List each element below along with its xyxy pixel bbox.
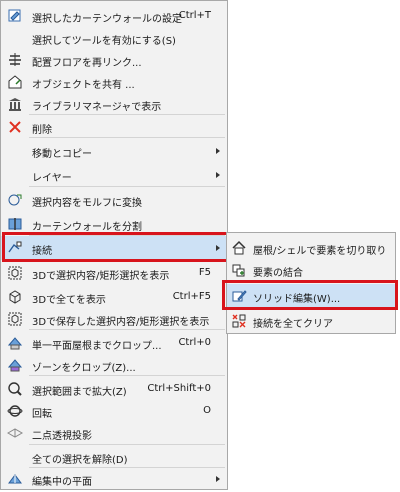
submenu-item-solid-edit[interactable]: ソリッド編集(W)...	[227, 284, 395, 308]
merge-elements-icon	[231, 262, 247, 278]
delete-icon	[7, 119, 23, 135]
menu-item-label: レイヤー	[32, 173, 72, 184]
menu-item-label: ライブラリマネージャで表示	[32, 102, 162, 113]
menu-item-label: 編集中の平面	[32, 477, 92, 488]
menu-item-label: 二点透視投影	[32, 431, 92, 442]
menu-item-shortcut: F5	[198, 267, 211, 278]
connect-submenu: 屋根/シェルで要素を切り取り 要素の結合 ソリッド編集(W)... 接続を全てク…	[226, 232, 396, 334]
menu-item-label: オブジェクトを共有 ...	[32, 80, 135, 91]
trim-to-roof-icon	[231, 240, 247, 256]
menu-item-editing-plane[interactable]: 編集中の平面	[1, 467, 227, 491]
menu-item-crop-zones[interactable]: ゾーンをクロップ(Z)...	[1, 353, 227, 377]
menu-item-delete[interactable]: 削除	[1, 115, 227, 139]
editing-plane-icon	[7, 471, 23, 487]
submenu-item-merge-elements[interactable]: 要素の結合	[227, 258, 395, 282]
menu-item-curtain-wall-settings[interactable]: 選択したカーテンウォールの設定 Ctrl+T	[1, 4, 227, 28]
menu-item-show-saved-selection-3d[interactable]: 3Dで保存した選択内容/矩形選択を表示	[1, 307, 227, 331]
submenu-item-clear-connections[interactable]: 接続を全てクリア	[227, 309, 395, 333]
submenu-item-trim-to-roof[interactable]: 屋根/シェルで要素を切り取り	[227, 236, 395, 260]
menu-item-share-object[interactable]: オブジェクトを共有 ...	[1, 70, 227, 94]
submenu-arrow-icon	[216, 148, 220, 154]
menu-item-shortcut: Ctrl+Shift+0	[147, 383, 211, 394]
menu-item-label: 全ての選択を解除(D)	[32, 455, 128, 466]
menu-item-label: 選択してツールを有効にする(S)	[32, 36, 176, 47]
clear-connections-icon	[231, 313, 247, 329]
show-selection-3d-icon	[7, 265, 23, 281]
menu-item-label: 選択範囲まで拡大(Z)	[32, 387, 127, 398]
menu-item-layer[interactable]: レイヤー	[1, 163, 227, 187]
connect-icon	[7, 240, 23, 256]
share-object-icon	[7, 74, 23, 90]
submenu-item-label: 要素の結合	[253, 268, 303, 279]
menu-item-two-point-perspective[interactable]: 二点透視投影	[1, 421, 227, 445]
menu-item-label: 3Dで全てを表示	[32, 295, 106, 306]
submenu-arrow-icon	[216, 245, 220, 251]
menu-item-label: 3Dで選択内容/矩形選択を表示	[32, 271, 170, 282]
menu-item-shortcut: Ctrl+T	[178, 10, 211, 21]
menu-separator	[29, 137, 225, 138]
submenu-arrow-icon	[216, 172, 220, 178]
split-curtain-wall-icon	[7, 216, 23, 232]
crop-to-roof-icon	[7, 335, 23, 351]
menu-item-label: 選択内容をモルフに変換	[32, 198, 142, 209]
menu-item-select-activate-tool[interactable]: 選択してツールを有効にする(S)	[1, 26, 227, 50]
menu-item-connect[interactable]: 接続	[1, 236, 227, 260]
menu-separator	[251, 282, 393, 283]
solid-edit-icon	[231, 288, 247, 304]
menu-item-label: ゾーンをクロップ(Z)...	[32, 363, 136, 374]
menu-item-label: 選択したカーテンウォールの設定	[32, 14, 182, 25]
menu-item-label: 3Dで保存した選択内容/矩形選択を表示	[32, 317, 210, 328]
menu-item-show-selection-3d[interactable]: 3Dで選択内容/矩形選択を表示 F5	[1, 261, 227, 285]
submenu-item-label: ソリッド編集(W)...	[253, 294, 341, 305]
zoom-to-selection-icon	[7, 381, 23, 397]
submenu-item-label: 屋根/シェルで要素を切り取り	[253, 246, 387, 257]
menu-item-shortcut: Ctrl+0	[178, 337, 211, 348]
menu-item-library-manager[interactable]: ライブラリマネージャで表示	[1, 92, 227, 116]
menu-item-label: 削除	[32, 125, 52, 136]
relink-floor-icon	[7, 52, 23, 68]
show-saved-selection-3d-icon	[7, 311, 23, 327]
menu-item-orbit[interactable]: 回転 O	[1, 399, 227, 423]
menu-item-shortcut: O	[203, 405, 211, 416]
menu-item-show-all-3d[interactable]: 3Dで全てを表示 Ctrl+F5	[1, 285, 227, 309]
submenu-arrow-icon	[216, 476, 220, 482]
menu-item-label: 移動とコピー	[32, 149, 92, 160]
two-point-perspective-icon	[7, 425, 23, 441]
curtain-wall-settings-icon	[7, 8, 23, 24]
context-menu: 選択したカーテンウォールの設定 Ctrl+T 選択してツールを有効にする(S) …	[0, 0, 228, 490]
menu-separator	[29, 375, 225, 376]
menu-separator	[29, 329, 225, 330]
menu-item-convert-morph[interactable]: 選択内容をモルフに変換	[1, 188, 227, 212]
orbit-icon	[7, 403, 23, 419]
menu-separator	[29, 186, 225, 187]
convert-to-morph-icon	[7, 192, 23, 208]
menu-item-split-curtain-wall[interactable]: カーテンウォールを分割	[1, 212, 227, 236]
menu-item-zoom-selection[interactable]: 選択範囲まで拡大(Z) Ctrl+Shift+0	[1, 377, 227, 401]
menu-item-deselect-all[interactable]: 全ての選択を解除(D)	[1, 445, 227, 469]
menu-item-label: 回転	[32, 409, 52, 420]
menu-item-relink-floor[interactable]: 配置フロアを再リンク...	[1, 48, 227, 72]
menu-item-label: 単一平面屋根までクロップ...	[32, 341, 162, 352]
menu-item-label: カーテンウォールを分割	[32, 222, 142, 233]
submenu-item-label: 接続を全てクリア	[253, 319, 333, 330]
menu-item-shortcut: Ctrl+F5	[172, 291, 211, 302]
crop-zones-icon	[7, 357, 23, 373]
show-all-3d-icon	[7, 289, 23, 305]
library-manager-icon	[7, 96, 23, 112]
menu-item-move-copy[interactable]: 移動とコピー	[1, 139, 227, 163]
menu-item-crop-to-roof[interactable]: 単一平面屋根までクロップ... Ctrl+0	[1, 331, 227, 355]
menu-item-label: 配置フロアを再リンク...	[32, 58, 142, 69]
menu-item-label: 接続	[32, 246, 52, 257]
